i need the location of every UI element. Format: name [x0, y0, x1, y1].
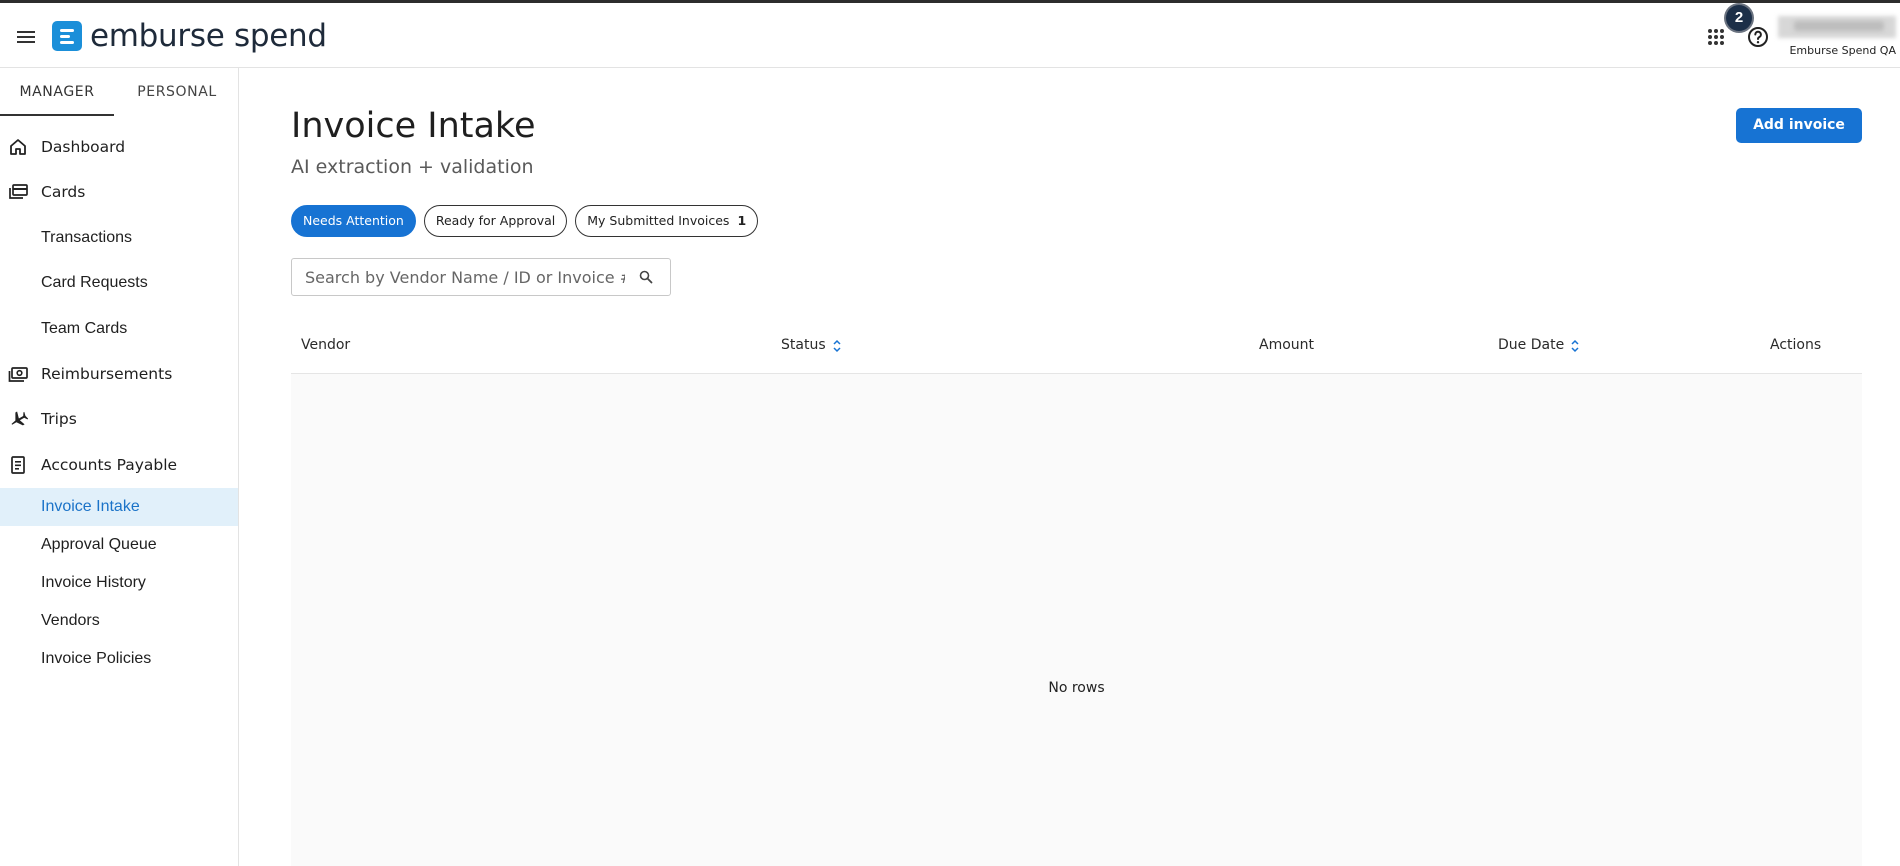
role-tabs: MANAGER PERSONAL — [0, 68, 238, 116]
sidebar-item-dashboard[interactable]: Dashboard — [0, 124, 238, 170]
column-label: Actions — [1770, 337, 1822, 353]
table-header: Vendor Status Amount Due Date Actions — [291, 318, 1862, 374]
sidebar-item-invoice-intake[interactable]: Invoice Intake — [0, 487, 238, 526]
user-menu[interactable]: Emburse Spend QA — [1778, 14, 1896, 58]
sidebar-item-label: Team Cards — [41, 319, 128, 337]
sidebar-item-label: Invoice Policies — [41, 649, 152, 667]
sidebar-item-accounts-payable[interactable]: Accounts Payable — [0, 442, 238, 488]
column-header-actions: Actions — [1770, 318, 1821, 373]
sidebar-item-label: Invoice History — [41, 573, 146, 591]
column-header-vendor[interactable]: Vendor — [301, 318, 350, 373]
sidebar-item-label: Approval Queue — [41, 535, 157, 553]
airplane-icon — [8, 409, 29, 429]
column-label: Due Date — [1498, 337, 1565, 353]
brand-logo-icon — [52, 21, 82, 51]
home-icon — [8, 137, 28, 157]
column-header-due-date[interactable]: Due Date — [1498, 318, 1580, 373]
filter-count: 1 — [737, 213, 747, 228]
page-subtitle: AI extraction + validation — [291, 156, 534, 178]
search-box — [291, 258, 671, 296]
sidebar-item-label: Dashboard — [41, 137, 126, 156]
search-icon[interactable] — [638, 269, 654, 285]
help-icon[interactable] — [1746, 25, 1770, 49]
sidebar-item-approval-queue[interactable]: Approval Queue — [0, 526, 238, 564]
table-body: No rows — [291, 374, 1862, 866]
column-label: Status — [781, 337, 826, 353]
brand-name: emburse spend — [90, 18, 327, 54]
sidebar-item-invoice-history[interactable]: Invoice History — [0, 564, 238, 602]
sidebar-item-trips[interactable]: Trips — [0, 397, 238, 443]
org-name: Emburse Spend QA — [1789, 44, 1896, 57]
search-input[interactable] — [292, 259, 625, 295]
filter-needs-attention[interactable]: Needs Attention — [291, 205, 416, 237]
sidebar-nav: Dashboard Cards Transactions Card Reques… — [0, 124, 238, 678]
page-title: Invoice Intake — [291, 106, 536, 146]
sort-icon[interactable] — [1570, 339, 1580, 353]
filter-label: Ready for Approval — [435, 213, 556, 228]
cash-icon — [8, 364, 28, 384]
tab-manager[interactable]: MANAGER — [0, 68, 114, 116]
sidebar-item-label: Invoice Intake — [41, 497, 140, 515]
sort-icon[interactable] — [832, 339, 842, 353]
sidebar-item-label: Cards — [41, 183, 86, 202]
sidebar-item-label: Reimbursements — [41, 364, 173, 383]
filter-chips: Needs Attention Ready for Approval My Su… — [291, 205, 766, 237]
column-header-status[interactable]: Status — [781, 318, 842, 373]
filter-label: Needs Attention — [303, 213, 404, 228]
sidebar: MANAGER PERSONAL Dashboard Cards Transac… — [0, 68, 239, 866]
user-name-redacted-text — [1794, 21, 1884, 31]
sidebar-item-label: Vendors — [41, 611, 100, 629]
app-header: emburse spend 2 Emburse Spend QA — [0, 3, 1900, 68]
invoice-table: Vendor Status Amount Due Date Actions No… — [291, 318, 1862, 866]
filter-ready-for-approval[interactable]: Ready for Approval — [423, 205, 568, 237]
menu-icon[interactable] — [14, 25, 38, 49]
add-invoice-button[interactable]: Add invoice — [1736, 108, 1862, 143]
sidebar-item-reimbursements[interactable]: Reimbursements — [0, 351, 238, 397]
sidebar-item-invoice-policies[interactable]: Invoice Policies — [0, 640, 238, 678]
sidebar-item-label: Card Requests — [41, 274, 148, 291]
sidebar-item-vendors[interactable]: Vendors — [0, 602, 238, 640]
sidebar-item-label: Transactions — [41, 228, 132, 246]
apps-grid-icon[interactable] — [1704, 25, 1728, 49]
sidebar-item-label: Accounts Payable — [41, 455, 178, 474]
column-label: Amount — [1259, 337, 1315, 353]
sidebar-item-team-cards[interactable]: Team Cards — [0, 306, 238, 351]
column-label: Vendor — [301, 337, 351, 353]
tab-personal[interactable]: PERSONAL — [122, 68, 232, 114]
sidebar-item-transactions[interactable]: Transactions — [0, 215, 238, 260]
sidebar-item-label: Trips — [41, 410, 77, 429]
column-header-amount[interactable]: Amount — [1259, 318, 1314, 373]
notification-badge[interactable]: 2 — [1726, 5, 1752, 31]
main-content: Invoice Intake AI extraction + validatio… — [239, 68, 1900, 866]
receipt-icon — [8, 455, 28, 475]
empty-state: No rows — [1048, 680, 1105, 696]
filter-label: My Submitted Invoices — [587, 213, 730, 228]
sidebar-item-cards[interactable]: Cards — [0, 170, 238, 216]
cards-icon — [8, 182, 28, 202]
sidebar-item-card-requests[interactable]: Card Requests — [0, 260, 238, 306]
filter-my-submitted-invoices[interactable]: My Submitted Invoices 1 — [575, 205, 759, 237]
brand-logo[interactable]: emburse spend — [52, 18, 327, 54]
